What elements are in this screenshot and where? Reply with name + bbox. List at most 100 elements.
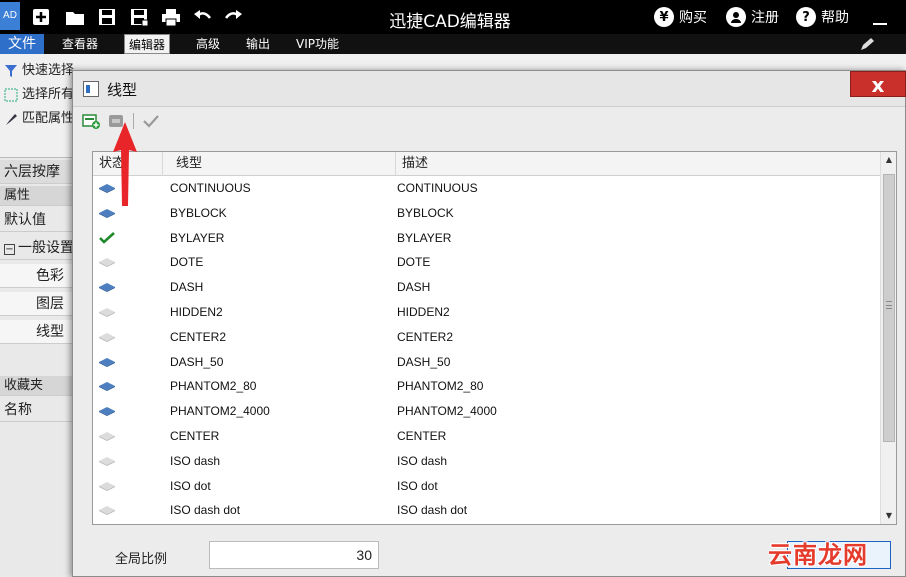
general-settings-row[interactable]: − 一般设置 [0,236,72,260]
open-folder-icon[interactable] [64,6,86,28]
load-linetype-icon[interactable] [81,111,101,131]
current-check-icon[interactable] [98,231,116,244]
linetype-description: PHANTOM2_80 [397,379,484,394]
menu-bar: 文件 查看器 编辑器 高级 输出 VIP功能 [0,34,906,54]
quick-select-button[interactable]: 快速选择 [4,60,74,82]
linetype-name: BYLAYER [170,230,225,245]
layer-row[interactable]: 图层 [0,292,72,316]
color-row[interactable]: 色彩 [0,264,72,288]
general-settings-label: 一般设置 [18,240,72,256]
menu-vip[interactable]: VIP功能 [296,34,339,54]
table-row[interactable]: HIDDEN2 HIDDEN2 [93,300,881,325]
save-as-icon[interactable] [128,6,150,28]
table-row[interactable]: CONTINUOUS CONTINUOUS [93,176,881,201]
minimize-icon[interactable] [872,10,888,26]
status-off-icon[interactable] [98,430,116,442]
collapse-icon[interactable]: − [4,244,15,255]
select-all-button[interactable]: 选择所有 [4,84,74,106]
menu-advanced[interactable]: 高级 [196,34,220,54]
title-bar: AD 迅捷CAD编辑器 ¥ 购买 注册 ? 帮助 [0,0,906,34]
linetype-list: 状态 线型 描述 CONTINUOUS CONTINUOUS BYBLOCK BYBL… [92,151,897,525]
status-off-icon[interactable] [98,331,116,343]
status-off-icon[interactable] [98,480,116,492]
linetype-name: ISO dash [170,453,221,468]
status-off-icon[interactable] [98,455,116,467]
status-on-icon[interactable] [98,356,116,368]
red-arrow-icon [113,122,137,206]
linetype-description: ISO dash [397,453,448,468]
table-row[interactable]: PHANTOM2_4000 PHANTOM2_4000 [93,399,881,424]
table-row[interactable]: PHANTOM2_80 PHANTOM2_80 [93,374,881,399]
status-off-icon[interactable] [98,504,116,516]
status-on-icon[interactable] [98,405,116,417]
table-row[interactable]: BYBLOCK BYBLOCK [93,201,881,226]
scroll-thumb[interactable] [883,174,895,442]
menu-file[interactable]: 文件 [0,34,44,54]
brush-icon [4,112,18,126]
table-row[interactable]: DOTE DOTE [93,250,881,275]
user-icon [726,7,746,27]
vertical-scrollbar[interactable]: ▲ ▼ [880,152,896,524]
new-file-icon[interactable] [30,6,52,28]
table-row[interactable]: CENTER2 CENTER2 [93,325,881,350]
table-row[interactable]: DASH_50 DASH_50 [93,350,881,375]
list-rows: CONTINUOUS CONTINUOUS BYBLOCK BYBLOCK BYLAYE… [93,176,881,523]
status-on-icon[interactable] [98,207,116,219]
help-icon: ? [796,7,816,27]
status-on-icon[interactable] [98,380,116,392]
table-row[interactable]: ISO dash dot ISO dash dot [93,498,881,523]
scroll-up-icon[interactable]: ▲ [881,152,897,168]
undo-icon[interactable] [192,6,214,28]
linetype-description: PHANTOM2_4000 [397,404,497,419]
linetype-description: CONTINUOUS [397,181,478,195]
table-row[interactable]: ISO dot ISO dot [93,474,881,499]
buy-button[interactable]: ¥ 购买 [654,6,707,28]
scroll-down-icon[interactable]: ▼ [881,508,897,524]
linetype-name: BYBLOCK [170,205,227,220]
name-row: 名称 [0,398,72,422]
linetype-name: ISO dot [170,478,211,493]
linetype-row[interactable]: 线型 [0,320,72,344]
menu-editor[interactable]: 编辑器 [124,34,171,54]
close-button[interactable]: x [850,71,906,97]
status-off-icon[interactable] [98,256,116,268]
default-value-row[interactable]: 默认值 [0,208,72,232]
help-label: 帮助 [821,10,849,26]
linetype-description: BYLAYER [397,230,452,245]
app-logo: AD [0,2,20,30]
linetype-name: ISO dash dot [170,503,241,518]
column-description[interactable]: 描述 [396,152,881,176]
linetype-description: ISO dash dot [397,503,468,518]
layer-selector[interactable]: 六层按摩 [0,160,72,184]
pen-icon[interactable] [858,36,876,52]
status-on-icon[interactable] [98,281,116,293]
set-current-icon[interactable] [141,111,161,131]
linetype-name: DOTE [170,255,204,270]
linetype-name: DASH [170,280,204,295]
table-row[interactable]: BYLAYER BYLAYER [93,226,881,251]
linetype-name: DASH_50 [170,354,224,369]
linetype-name: CONTINUOUS [170,181,251,195]
buy-label: 购买 [679,10,707,26]
menu-viewer[interactable]: 查看器 [62,34,98,54]
redo-icon[interactable] [222,6,244,28]
print-icon[interactable] [160,6,182,28]
linetype-name: CENTER2 [170,329,227,344]
global-scale-label: 全局比例 [115,552,168,567]
table-row[interactable]: ISO dash ISO dash [93,449,881,474]
register-button[interactable]: 注册 [726,6,779,28]
table-row[interactable]: CENTER CENTER [93,424,881,449]
linetype-icon [83,81,99,97]
global-scale-input[interactable]: 30 [209,541,379,569]
menu-output[interactable]: 输出 [246,34,270,54]
match-props-button[interactable]: 匹配属性 [4,108,74,130]
match-props-label: 匹配属性 [22,111,75,126]
help-button[interactable]: ? 帮助 [796,6,849,28]
table-row[interactable]: DASH DASH [93,275,881,300]
watermark: 云南龙网 [768,541,868,569]
status-off-icon[interactable] [98,306,116,318]
save-icon[interactable] [96,6,118,28]
linetype-name: HIDDEN2 [170,304,223,319]
left-panel: 六层按摩 属性 默认值 − 一般设置 色彩 图层 线型 收藏夹 名称 [0,158,72,577]
column-linetype[interactable]: 线型 [170,152,396,176]
